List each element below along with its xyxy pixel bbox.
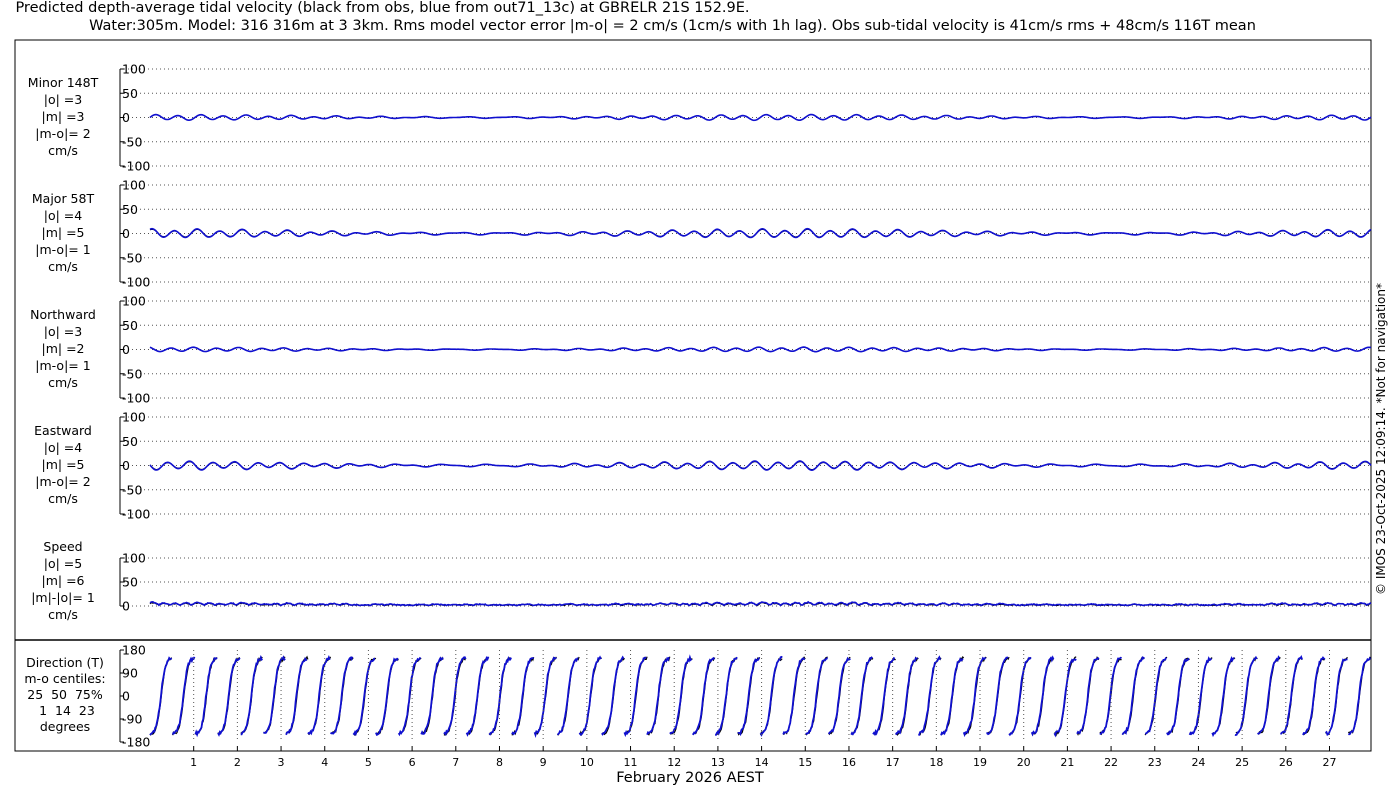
x-tick-label: 19 [973,756,987,769]
x-tick-label: 16 [842,756,856,769]
y-tick-label-northward: 100 [122,294,146,309]
x-tick-label: 6 [409,756,416,769]
series-model-direction [149,654,1371,739]
y-tick-label-northward: -100 [122,391,150,406]
panel-label-eastward: Eastward |o| =4 |m| =5 |m-o|= 2 cm/s [34,423,92,506]
plot-frame [14,39,1372,752]
x-tick-label: 26 [1279,756,1293,769]
panel-label-major: Major 58T |o| =4 |m| =5 |m-o|= 1 cm/s [31,191,95,274]
y-tick-label-direction-t-: 180 [122,643,146,658]
x-tick-label: 21 [1060,756,1074,769]
direction-label-line-4: 1 14 23 [35,703,95,718]
y-tick-label-major-58t: 0 [122,226,130,241]
y-tick-label-major-58t: -50 [122,250,142,265]
x-tick-label: 27 [1322,756,1336,769]
y-tick-label-eastward: -100 [122,507,150,522]
x-tick-label: 14 [755,756,769,769]
x-tick-label: 18 [929,756,943,769]
tidal-velocity-chart: 100500-50-100100500-50-100100500-50-1001… [14,39,1372,769]
y-tick-label-minor-148t: 50 [122,86,138,101]
y-tick-label-major-58t: 100 [122,178,146,193]
x-tick-label: 15 [798,756,812,769]
x-tick-label: 4 [321,756,328,769]
x-tick-label: 23 [1148,756,1162,769]
series-model-minor-148t [149,113,1372,122]
y-tick-label-direction-t-: 0 [122,689,130,704]
y-tick-label-eastward: 50 [122,434,138,449]
panel-label-northward: Northward |o| =3 |m| =2 |m-o|= 1 cm/s [30,307,96,390]
x-tick-label: 13 [711,756,725,769]
y-tick-label-speed: 0 [122,599,130,614]
x-tick-label: 24 [1191,756,1205,769]
y-tick-label-direction-t-: -180 [122,735,150,750]
x-tick-label: 17 [886,756,900,769]
x-tick-label: 3 [278,756,285,769]
y-tick-label-minor-148t: -50 [122,134,142,149]
y-tick-label-speed: 100 [122,551,146,566]
x-tick-label: 25 [1235,756,1249,769]
x-tick-label: 2 [234,756,241,769]
x-axis-label: February 2026 AEST [616,770,764,786]
series-model-eastward [149,460,1372,472]
y-tick-label-minor-148t: -100 [122,159,150,174]
y-tick-label-speed: 50 [122,575,138,590]
y-tick-label-northward: 0 [122,342,130,357]
x-tick-label: 11 [624,756,638,769]
y-tick-label-major-58t: -100 [122,275,150,290]
y-tick-label-minor-148t: 0 [122,110,130,125]
y-tick-label-eastward: 100 [122,410,146,425]
x-tick-label: 20 [1017,756,1031,769]
y-tick-label-minor-148t: 100 [122,62,146,77]
direction-panel-label: Direction (T) m-o centiles: 25 50 75% 1 … [15,655,115,735]
y-tick-label-direction-t-: 90 [122,666,138,681]
direction-label-line-1: Direction (T) [26,655,104,670]
direction-label-line-3: 25 50 75% [27,687,103,702]
x-tick-label: 8 [496,756,503,769]
panel-label-minor: Minor 148T |o| =3 |m| =3 |m-o|= 2 cm/s [27,75,99,158]
x-tick-label: 5 [365,756,372,769]
copyright-notice: © IMOS 23-Oct-2025 12:09:14. *Not for na… [1374,283,1388,595]
y-tick-label-northward: -50 [122,366,142,381]
x-tick-label: 7 [452,756,459,769]
x-tick-label: 10 [580,756,594,769]
y-tick-label-eastward: -50 [122,482,142,497]
y-tick-label-major-58t: 50 [122,202,138,217]
direction-label-line-2: m-o centiles: [24,671,106,686]
panel-label-speed: Speed |o| =5 |m| =6 |m|-|o|= 1 cm/s [31,539,95,622]
x-tick-label: 12 [667,756,681,769]
y-tick-label-northward: 50 [122,318,138,333]
y-tick-label-eastward: 0 [122,458,130,473]
series-obs-direction [149,655,1371,737]
x-tick-label: 1 [190,756,197,769]
direction-label-line-5: degrees [39,719,91,734]
x-tick-label: 9 [540,756,547,769]
y-tick-label-direction-t-: -90 [122,712,142,727]
x-tick-label: 22 [1104,756,1118,769]
